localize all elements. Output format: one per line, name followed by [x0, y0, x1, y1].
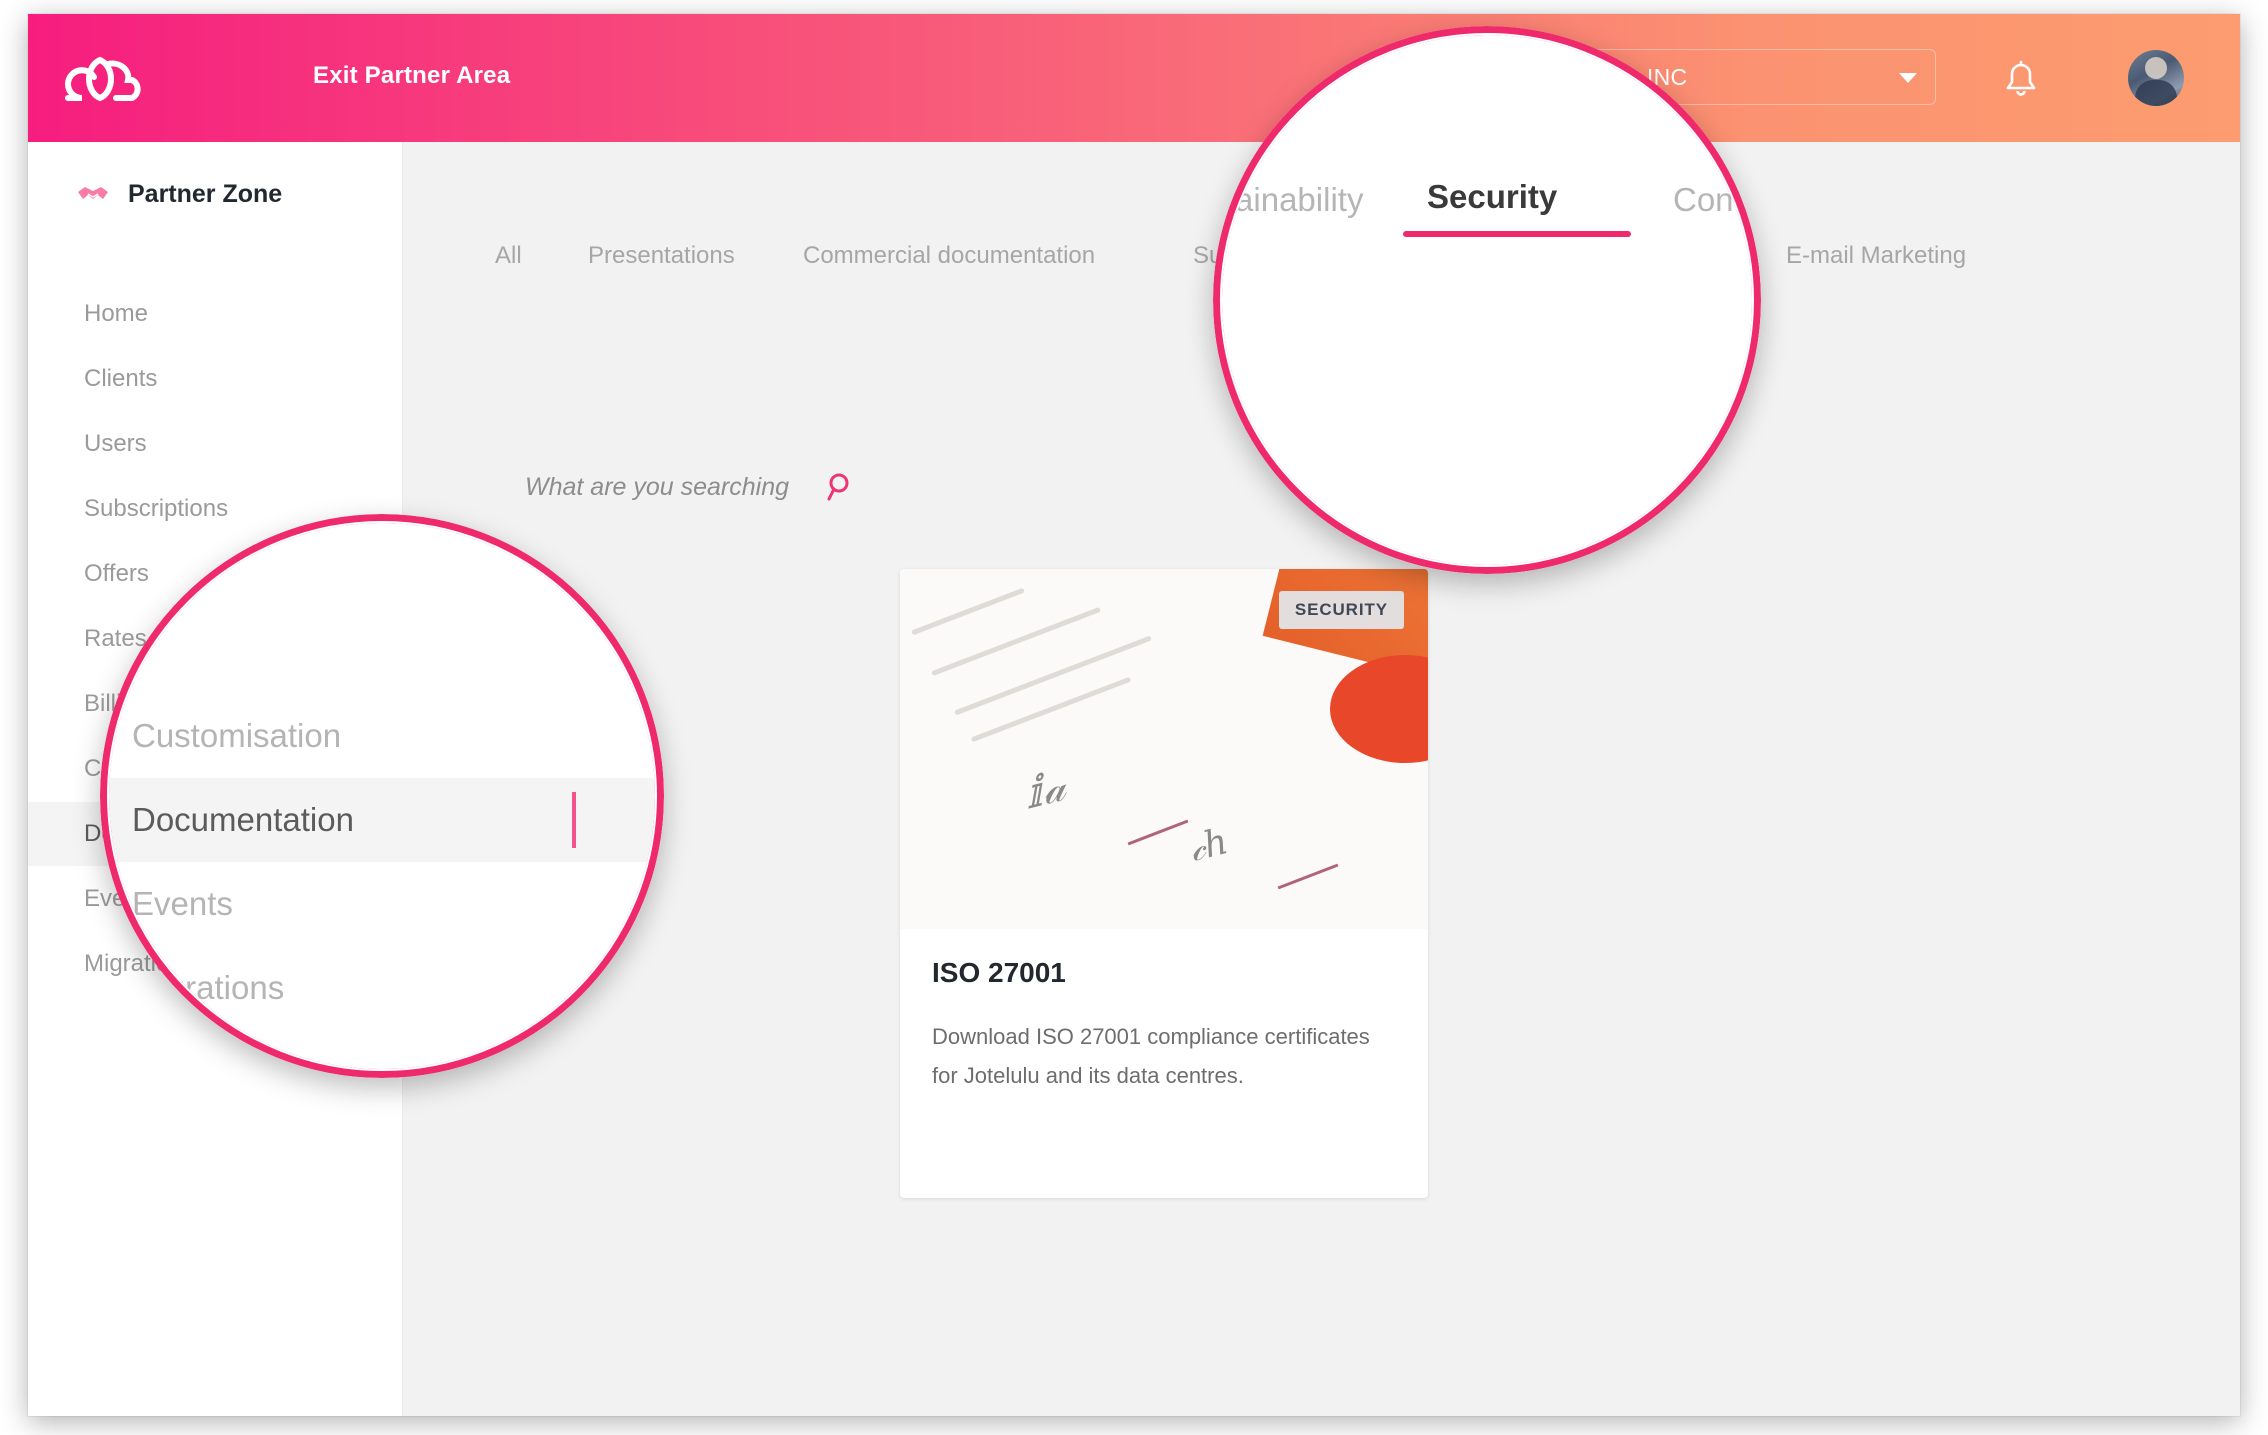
zoom-sidebar-item-customisation[interactable]: Customisation: [100, 694, 664, 778]
sidebar-item-home[interactable]: Home: [28, 282, 403, 346]
tab-presentations[interactable]: Presentations: [588, 242, 735, 270]
avatar-head: [2145, 57, 2167, 79]
zoom-tab-security[interactable]: Security: [1427, 178, 1557, 216]
tab-commercial-documentation[interactable]: Commercial documentation: [803, 242, 1095, 270]
avatar-body: [2135, 80, 2177, 106]
zoom-sidebar-item-migrations[interactable]: Migrations: [100, 946, 664, 1030]
cloud-logo-icon[interactable]: [58, 52, 142, 106]
exit-partner-area-link[interactable]: Exit Partner Area: [313, 62, 510, 90]
zoom-sidebar-item-events[interactable]: Events: [100, 862, 664, 946]
magnifier-sidebar-content: Customisation Documentation Events Migra…: [100, 514, 664, 1078]
card-title: ISO 27001: [932, 957, 1066, 988]
magnifier-sidebar: Customisation Documentation Events Migra…: [100, 514, 664, 1078]
zoom-sidebar-item-documentation[interactable]: Documentation: [100, 778, 664, 862]
bell-icon[interactable]: [2003, 60, 2039, 100]
magnifier-tabs-content: Sustainability Security Contracts: [1213, 26, 1761, 574]
zoom-tab-active-underline: [1403, 231, 1631, 237]
chevron-down-icon: [1899, 73, 1917, 83]
sidebar-item-clients[interactable]: Clients: [28, 347, 403, 411]
status-badge: SECURITY: [1278, 591, 1404, 629]
avatar[interactable]: [2128, 50, 2184, 106]
app-window: Exit Partner Area DEMO INC: [28, 14, 2240, 1416]
card-description: Download ISO 27001 compliance certificat…: [932, 1024, 1370, 1088]
card-thumbnail: ⅈ𝒶 𝒸ℎ SECURITY: [900, 569, 1428, 929]
tab-email-marketing[interactable]: E-mail Marketing: [1786, 242, 1966, 270]
tab-all[interactable]: All: [495, 242, 522, 270]
magnifier-tabs: Sustainability Security Contracts: [1213, 26, 1761, 574]
top-bar: Exit Partner Area DEMO INC: [28, 14, 2240, 142]
zoom-tab-sustainability[interactable]: Sustainability: [1213, 181, 1363, 219]
zoom-tab-contracts[interactable]: Contracts: [1673, 181, 1761, 219]
document-card[interactable]: ⅈ𝒶 𝒸ℎ SECURITY ISO 27001 Download ISO 27…: [900, 569, 1428, 1198]
search-icon[interactable]: [823, 472, 853, 502]
partner-zone-label: Partner Zone: [128, 180, 283, 208]
sidebar-item-users[interactable]: Users: [28, 412, 403, 476]
search-input[interactable]: What are you searching: [525, 473, 789, 502]
handshake-icon: [76, 183, 110, 207]
partner-zone-brand[interactable]: Partner Zone: [76, 180, 282, 209]
search-box[interactable]: What are you searching: [525, 472, 853, 502]
